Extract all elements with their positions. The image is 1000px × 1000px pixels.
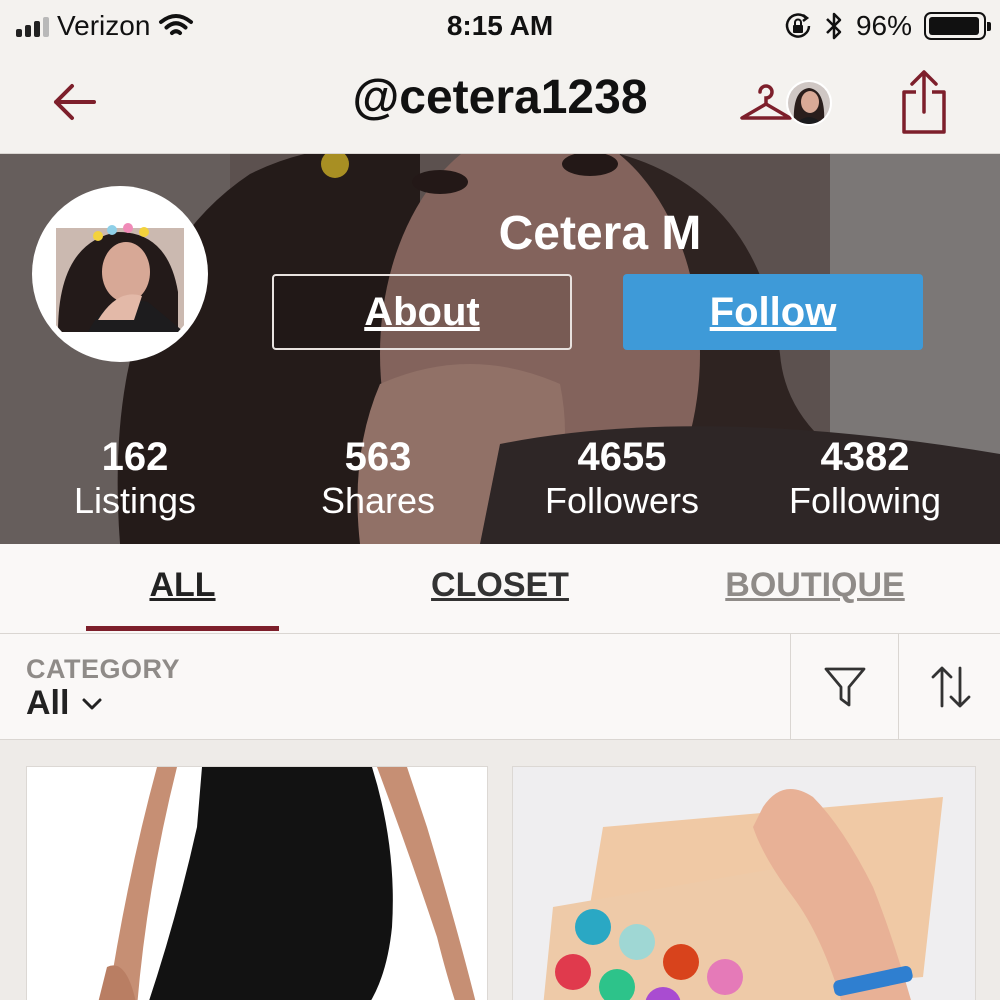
status-right: 96% <box>784 10 991 42</box>
back-arrow-icon[interactable] <box>44 74 108 130</box>
battery-percentage: 96% <box>855 10 912 41</box>
stat-followers[interactable]: 4655 Followers <box>497 434 747 522</box>
status-bar: Verizon 8:15 AM 96% <box>0 0 1000 52</box>
category-label: CATEGORY <box>26 654 181 684</box>
page-title: @cetera1238 <box>352 71 648 124</box>
stat-label: Shares <box>320 480 436 521</box>
filter-bar: CATEGORY All <box>0 634 1000 740</box>
listing-image-leggings <box>27 767 487 1000</box>
chevron-down-icon <box>82 698 102 709</box>
closet-tabs: ALL CLOSET BOUTIQUE <box>0 544 1000 634</box>
avatar-photo <box>38 192 202 356</box>
stat-value: 563 <box>344 435 412 479</box>
listing-card[interactable] <box>26 766 488 1000</box>
stat-value: 162 <box>101 435 169 479</box>
stat-following[interactable]: 4382 Following <box>740 434 990 522</box>
follow-button[interactable]: Follow <box>623 274 923 350</box>
profile-name: Cetera M <box>498 207 702 260</box>
stat-shares[interactable]: 563 Shares <box>253 434 503 522</box>
stat-value: 4655 <box>577 435 667 479</box>
stat-listings[interactable]: 162 Listings <box>10 434 260 522</box>
about-button[interactable]: About <box>272 274 572 350</box>
stat-label: Following <box>788 480 942 521</box>
status-left: Verizon <box>16 10 194 42</box>
stat-label: Followers <box>544 480 700 521</box>
closet-hanger-button[interactable] <box>738 76 838 136</box>
carrier-name: Verizon <box>57 10 151 41</box>
avatar-small <box>786 80 832 126</box>
tab-all[interactable]: ALL <box>86 566 279 605</box>
rotation-lock-icon <box>785 13 811 38</box>
profile-avatar[interactable] <box>32 186 208 362</box>
stat-value: 4382 <box>820 435 910 479</box>
sort-arrows-icon <box>931 666 971 708</box>
bluetooth-icon <box>826 12 842 40</box>
listing-image-eyeshadow-palette <box>513 767 975 1000</box>
stat-label: Listings <box>73 480 197 521</box>
nav-bar: @cetera1238 <box>0 52 1000 154</box>
tab-closet[interactable]: CLOSET <box>400 566 600 605</box>
sort-button[interactable] <box>898 634 1000 740</box>
filter-button[interactable] <box>790 634 898 740</box>
share-icon[interactable] <box>896 66 952 140</box>
category-value: All <box>26 684 70 722</box>
tab-boutique[interactable]: BOUTIQUE <box>700 566 930 605</box>
listing-card[interactable] <box>512 766 976 1000</box>
battery-icon <box>924 12 991 40</box>
funnel-icon <box>824 667 866 707</box>
category-dropdown[interactable]: All <box>26 684 103 723</box>
listing-grid <box>0 740 1000 1000</box>
profile-header: Cetera M About Follow 162 Listings 563 S… <box>0 154 1000 544</box>
wifi-icon <box>159 14 194 35</box>
active-tab-indicator <box>86 626 279 631</box>
signal-strength-icon <box>16 15 49 37</box>
battery-level <box>929 17 979 35</box>
